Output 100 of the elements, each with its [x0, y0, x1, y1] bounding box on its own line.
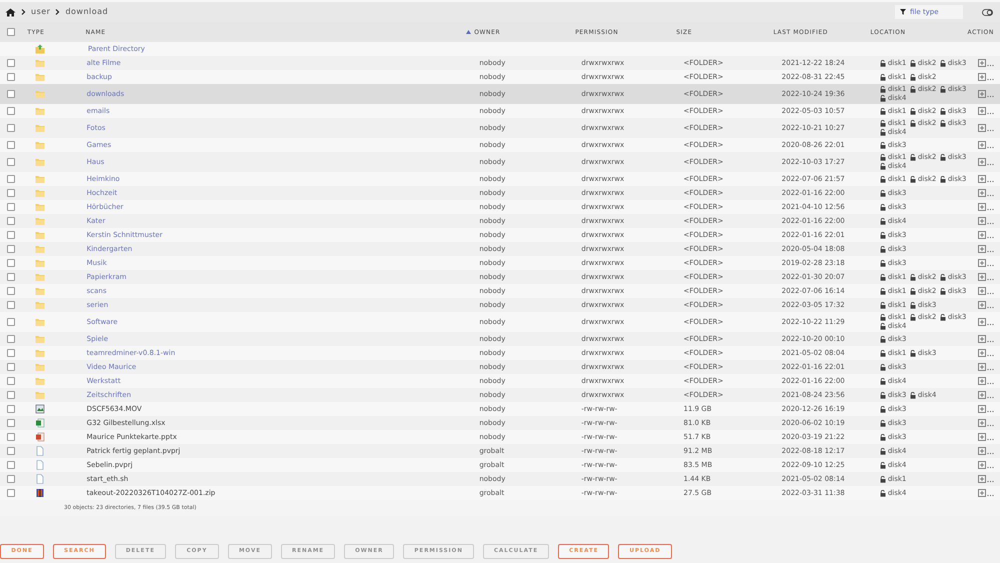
folder-icon — [34, 216, 45, 226]
add-options-icon[interactable] — [978, 447, 996, 455]
checkbox[interactable] — [7, 475, 15, 483]
unlocked-padlock-icon — [910, 154, 916, 161]
unlocked-padlock-icon — [910, 74, 916, 80]
checkbox[interactable] — [7, 447, 15, 455]
unlocked-padlock-icon — [880, 476, 886, 482]
add-options-icon[interactable] — [978, 107, 996, 115]
unlocked-padlock-icon — [880, 392, 886, 398]
checkbox[interactable] — [7, 59, 15, 67]
add-options-icon[interactable] — [978, 189, 996, 197]
unlocked-padlock-icon — [880, 406, 886, 412]
unlocked-padlock-icon — [880, 74, 886, 80]
checkbox[interactable] — [7, 141, 15, 149]
view-toggle-icon[interactable] — [982, 8, 993, 16]
checkbox[interactable] — [7, 335, 15, 343]
folder-icon — [34, 258, 45, 268]
checkbox[interactable] — [7, 259, 15, 267]
add-options-icon[interactable] — [978, 301, 996, 309]
sort-ascending-icon[interactable] — [466, 30, 472, 34]
checkbox[interactable] — [7, 419, 15, 427]
checkbox[interactable] — [7, 349, 15, 357]
unlocked-padlock-icon — [880, 154, 886, 161]
checkbox[interactable] — [7, 273, 15, 281]
checkbox[interactable] — [7, 107, 15, 115]
unlocked-padlock-icon — [940, 176, 946, 182]
checkbox[interactable] — [7, 489, 15, 497]
checkbox[interactable] — [7, 217, 15, 225]
add-options-icon[interactable] — [978, 335, 996, 343]
add-options-icon[interactable] — [978, 90, 996, 98]
add-options-icon[interactable] — [978, 318, 996, 326]
checkbox[interactable] — [7, 461, 15, 469]
checkbox[interactable] — [7, 287, 15, 295]
add-options-icon[interactable] — [978, 475, 996, 483]
add-options-icon[interactable] — [978, 433, 996, 441]
add-options-icon[interactable] — [978, 59, 996, 67]
chevron-right-icon — [55, 9, 60, 15]
unlocked-padlock-icon — [880, 142, 886, 148]
add-options-icon[interactable] — [978, 73, 996, 81]
folder-icon — [34, 123, 45, 133]
add-options-icon[interactable] — [978, 158, 996, 166]
add-options-icon[interactable] — [978, 461, 996, 469]
breadcrumb-link[interactable]: user — [31, 6, 50, 18]
checkbox[interactable] — [7, 175, 15, 183]
unlocked-padlock-icon — [880, 232, 886, 238]
add-options-icon[interactable] — [978, 245, 996, 253]
add-options-icon[interactable] — [978, 391, 996, 399]
checkbox[interactable] — [7, 301, 15, 309]
checkbox[interactable] — [7, 90, 15, 98]
unlocked-padlock-icon — [910, 108, 916, 114]
checkbox[interactable] — [7, 189, 15, 197]
checkbox[interactable] — [7, 391, 15, 399]
checkbox[interactable] — [7, 405, 15, 413]
unlocked-padlock-icon — [940, 154, 946, 161]
document-icon — [34, 474, 45, 484]
unlocked-padlock-icon — [880, 420, 886, 426]
add-options-icon[interactable] — [978, 259, 996, 267]
breadcrumb-link[interactable]: download — [65, 6, 108, 18]
add-options-icon[interactable] — [978, 175, 996, 183]
document-icon — [34, 446, 45, 456]
checkbox[interactable] — [7, 363, 15, 371]
folder-icon — [34, 390, 45, 400]
unlocked-padlock-icon — [880, 462, 886, 468]
unlocked-padlock-icon — [880, 288, 886, 294]
add-options-icon[interactable] — [978, 489, 996, 497]
checkbox[interactable] — [7, 245, 15, 253]
unlocked-padlock-icon — [880, 448, 886, 454]
add-options-icon[interactable] — [978, 203, 996, 211]
folder-icon — [34, 348, 45, 358]
add-options-icon[interactable] — [978, 377, 996, 385]
unlocked-padlock-icon — [940, 288, 946, 294]
checkbox[interactable] — [7, 158, 15, 166]
add-options-icon[interactable] — [978, 349, 996, 357]
add-options-icon[interactable] — [978, 405, 996, 413]
checkbox[interactable] — [7, 433, 15, 441]
add-options-icon[interactable] — [978, 217, 996, 225]
checkbox[interactable] — [7, 377, 15, 385]
checkbox[interactable] — [7, 28, 15, 36]
home-icon[interactable] — [5, 8, 16, 16]
unlocked-padlock-icon — [880, 190, 886, 196]
checkbox[interactable] — [7, 124, 15, 132]
add-options-icon[interactable] — [978, 141, 996, 149]
unlocked-padlock-icon — [910, 302, 916, 308]
checkbox[interactable] — [7, 318, 15, 326]
add-options-icon[interactable] — [978, 287, 996, 295]
unlocked-padlock-icon — [880, 490, 886, 496]
add-options-icon[interactable] — [978, 231, 996, 239]
unlocked-padlock-icon — [940, 60, 946, 66]
checkbox[interactable] — [7, 203, 15, 211]
folder-icon — [34, 244, 45, 254]
checkbox[interactable] — [7, 73, 15, 81]
add-options-icon[interactable] — [978, 419, 996, 427]
checkbox[interactable] — [7, 231, 15, 239]
unlocked-padlock-icon — [940, 120, 946, 127]
folder-icon — [34, 286, 45, 296]
add-options-icon[interactable] — [978, 363, 996, 371]
folder-icon — [34, 58, 45, 68]
add-options-icon[interactable] — [978, 273, 996, 281]
add-options-icon[interactable] — [978, 124, 996, 132]
folder-icon — [34, 362, 45, 372]
